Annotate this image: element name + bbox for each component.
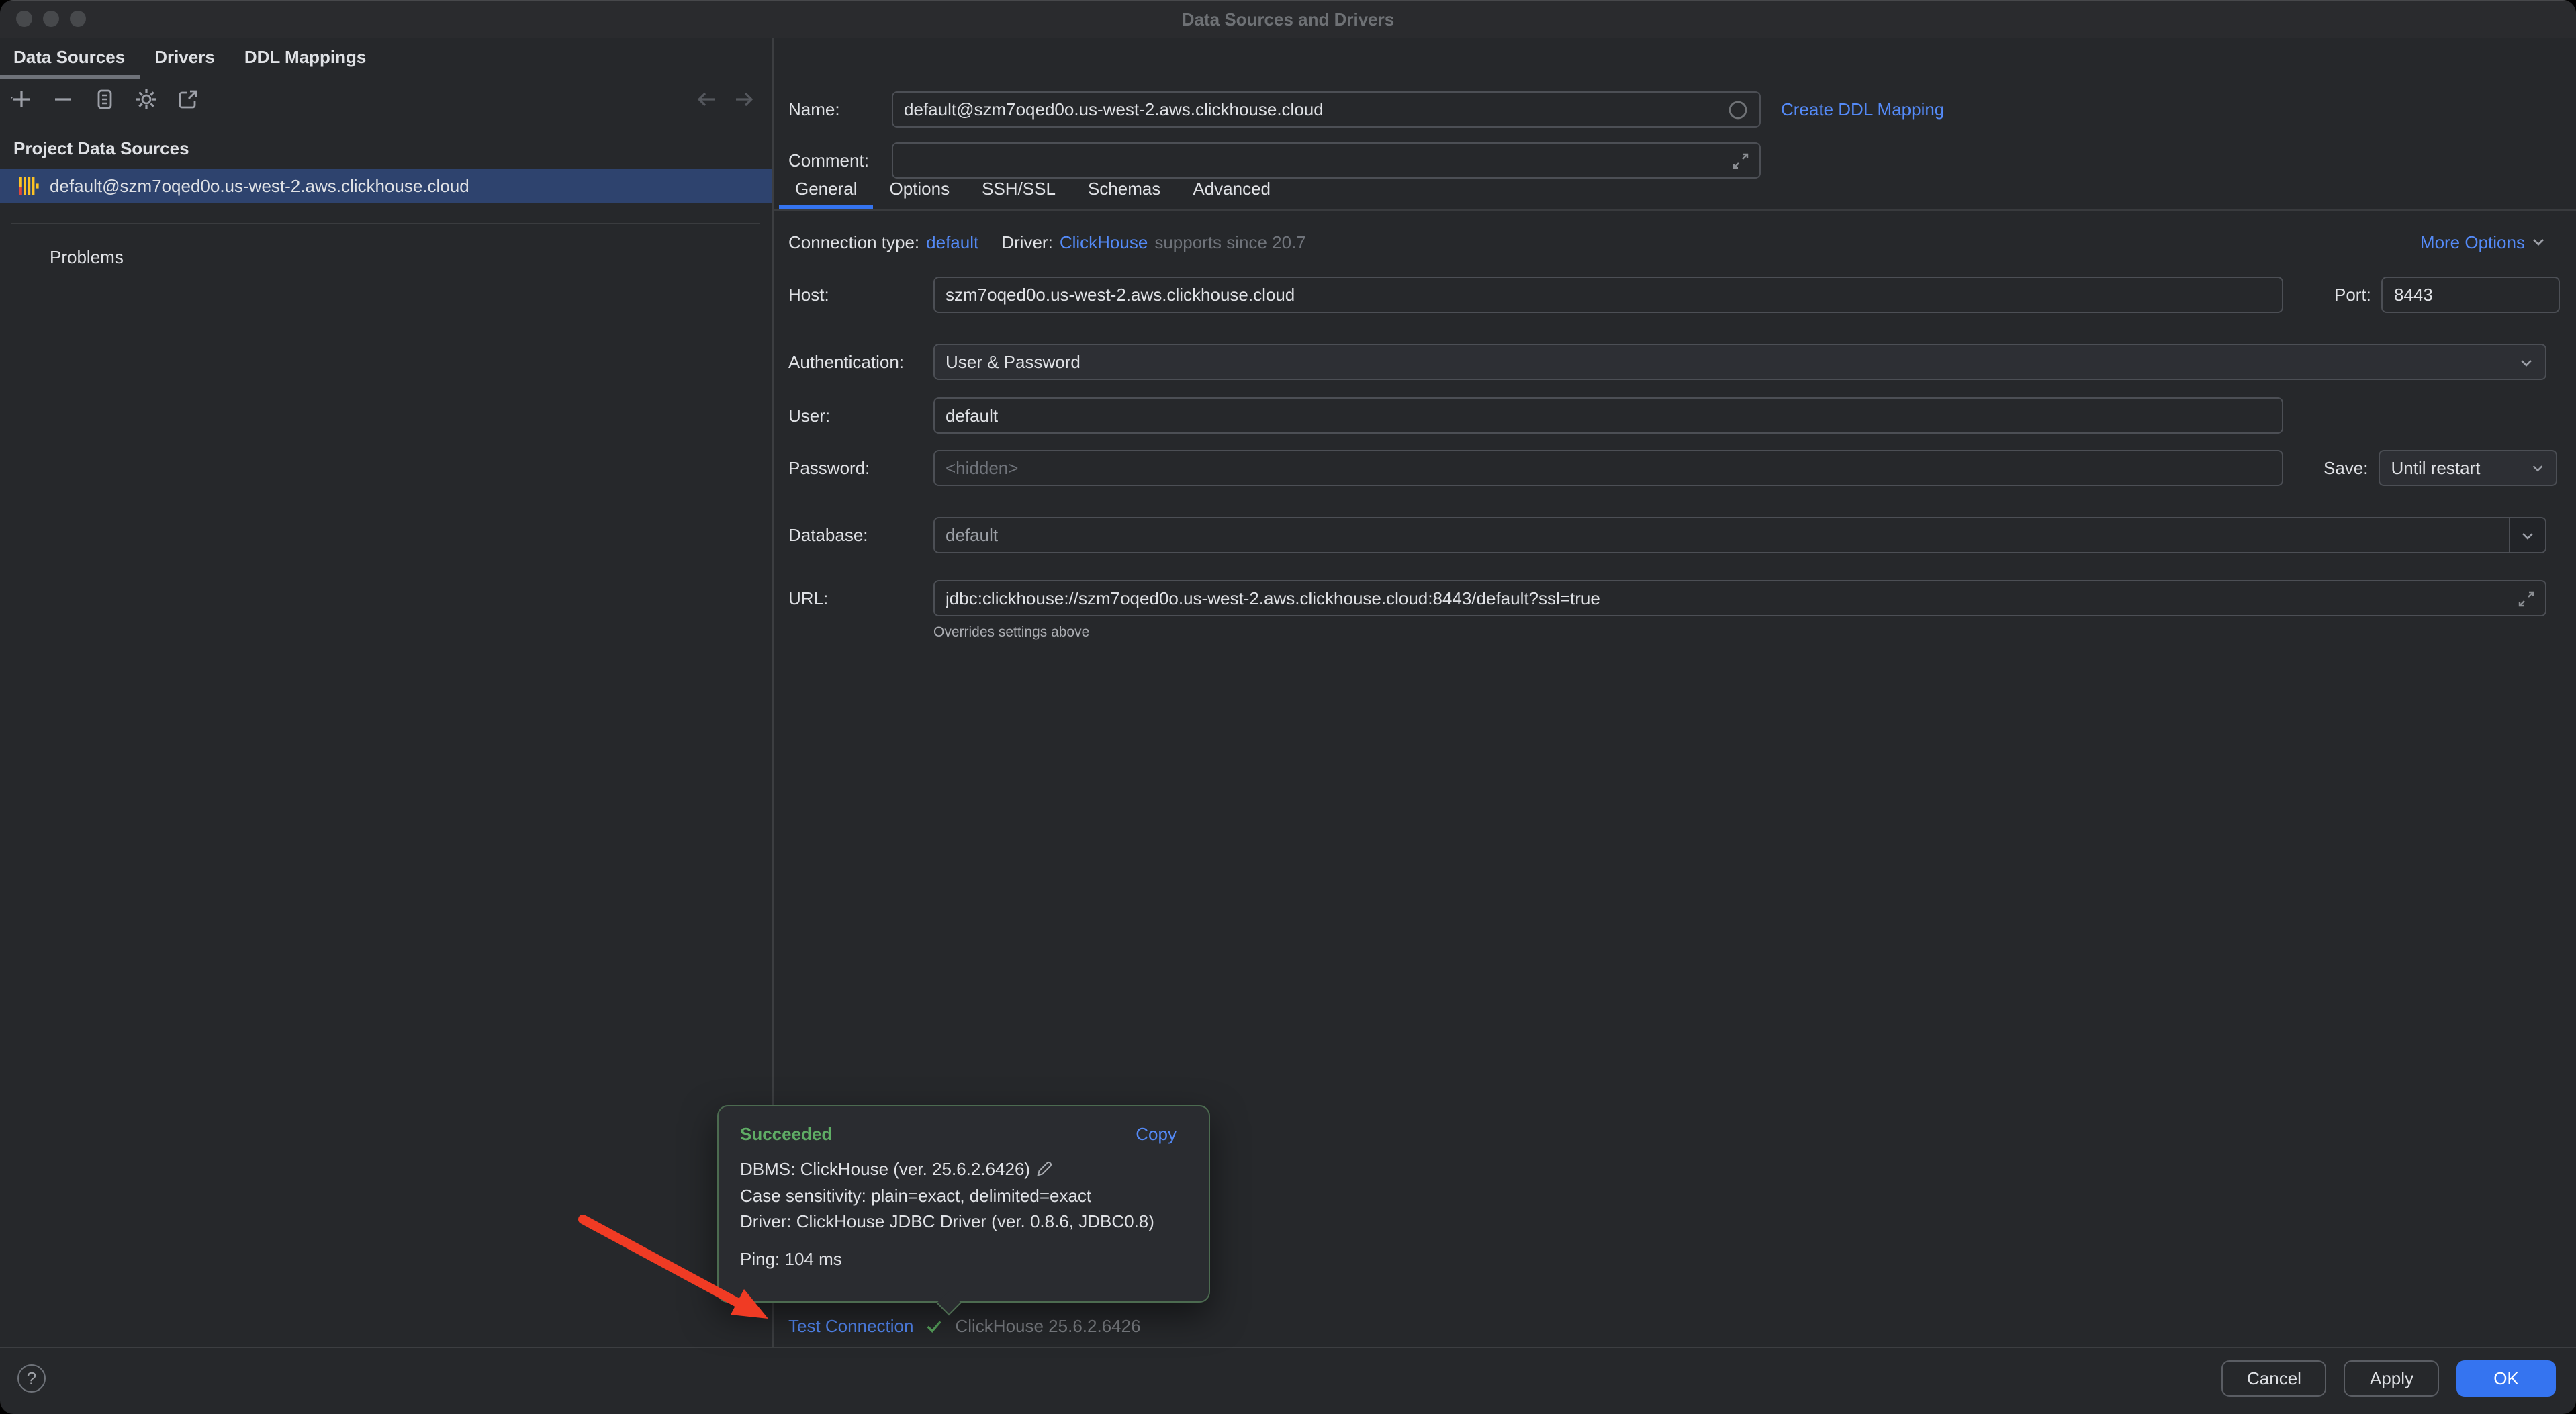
tab-ddl-mappings[interactable]: DDL Mappings: [230, 38, 381, 79]
name-value: default@szm7oqed0o.us-west-2.aws.clickho…: [904, 99, 1324, 120]
tab-general[interactable]: General: [779, 172, 874, 209]
expand-icon[interactable]: [2517, 589, 2536, 608]
driver-value-link[interactable]: ClickHouse: [1060, 232, 1148, 252]
popup-case-line: Case sensitivity: plain=exact, delimited…: [740, 1182, 1187, 1209]
popup-status: Succeeded: [740, 1124, 832, 1144]
more-options-label: More Options: [2420, 232, 2525, 252]
left-panel-divider: [11, 223, 760, 224]
driver-label: Driver:: [1001, 232, 1053, 252]
problems-section[interactable]: Problems: [50, 247, 124, 267]
ok-button[interactable]: OK: [2456, 1360, 2556, 1397]
host-value: szm7oqed0o.us-west-2.aws.clickhouse.clou…: [946, 285, 1295, 305]
data-sources-dialog: Data Sources and Drivers Data Sources Dr…: [0, 0, 2576, 1414]
save-select[interactable]: Until restart: [2379, 450, 2558, 486]
gear-icon[interactable]: [133, 86, 160, 113]
user-label: User:: [788, 406, 933, 426]
tab-drivers[interactable]: Drivers: [140, 38, 230, 79]
host-input[interactable]: szm7oqed0o.us-west-2.aws.clickhouse.clou…: [933, 277, 2283, 313]
create-ddl-mapping-link[interactable]: Create DDL Mapping: [1781, 99, 1944, 120]
host-label: Host:: [788, 285, 933, 305]
tab-ssh-ssl[interactable]: SSH/SSL: [966, 172, 1072, 209]
popup-dbms-text: DBMS: ClickHouse (ver. 25.6.2.6426): [740, 1159, 1030, 1179]
chevron-down-icon: [2530, 234, 2546, 250]
password-placeholder: <hidden>: [946, 458, 1018, 478]
open-in-new-icon[interactable]: [175, 86, 201, 113]
tab-advanced[interactable]: Advanced: [1177, 172, 1287, 209]
data-source-name: default@szm7oqed0o.us-west-2.aws.clickho…: [50, 176, 469, 196]
driver-note: supports since 20.7: [1154, 232, 1305, 252]
footer-buttons: Cancel Apply OK: [2221, 1360, 2556, 1397]
cancel-button[interactable]: Cancel: [2221, 1360, 2327, 1397]
tab-divider: [774, 209, 2576, 211]
question-mark-icon: ?: [27, 1370, 36, 1387]
authentication-value: User & Password: [946, 352, 1080, 372]
name-label: Name:: [788, 99, 892, 120]
forward-icon[interactable]: [731, 86, 757, 113]
connection-type-value-link[interactable]: default: [926, 232, 978, 252]
success-check-icon: [924, 1315, 944, 1335]
apply-button[interactable]: Apply: [2344, 1360, 2439, 1397]
window-title: Data Sources and Drivers: [0, 0, 2576, 38]
annotation-arrow: [564, 1202, 799, 1336]
popup-ping-line: Ping: 104 ms: [740, 1245, 1187, 1272]
dialog-footer: [0, 1347, 2576, 1414]
url-note: Overrides settings above: [933, 624, 1089, 641]
popup-driver-line: Driver: ClickHouse JDBC Driver (ver. 0.8…: [740, 1209, 1187, 1235]
test-connection-link[interactable]: Test Connection: [788, 1315, 913, 1335]
database-label: Database:: [788, 525, 933, 545]
tab-schemas[interactable]: Schemas: [1072, 172, 1177, 209]
popup-copy-link[interactable]: Copy: [1136, 1124, 1177, 1144]
edit-pencil-icon[interactable]: [1036, 1160, 1053, 1178]
url-label: URL:: [788, 588, 933, 608]
data-source-toolbar: [8, 83, 201, 115]
url-value: jdbc:clickhouse://szm7oqed0o.us-west-2.a…: [946, 588, 1600, 608]
tab-options[interactable]: Options: [874, 172, 966, 209]
connection-type-label: Connection type:: [788, 232, 919, 252]
history-nav: [693, 83, 757, 115]
database-value: default: [946, 525, 998, 545]
duplicate-icon[interactable]: [91, 86, 118, 113]
test-connection-row: Test Connection ClickHouse 25.6.2.6426: [788, 1311, 1141, 1340]
add-icon[interactable]: [8, 86, 35, 113]
password-input[interactable]: <hidden>: [933, 450, 2283, 486]
port-label: Port:: [2334, 285, 2371, 305]
name-input[interactable]: default@szm7oqed0o.us-west-2.aws.clickho…: [892, 91, 1761, 128]
help-button[interactable]: ?: [17, 1364, 46, 1393]
port-value: 8443: [2394, 285, 2433, 305]
authentication-label: Authentication:: [788, 352, 933, 372]
chevron-down-icon: [2531, 461, 2546, 475]
url-input[interactable]: jdbc:clickhouse://szm7oqed0o.us-west-2.a…: [933, 580, 2546, 616]
user-value: default: [946, 406, 998, 426]
clickhouse-icon: [19, 176, 39, 196]
save-value: Until restart: [2391, 458, 2481, 478]
authentication-select[interactable]: User & Password: [933, 344, 2546, 380]
database-combobox[interactable]: default: [933, 517, 2546, 553]
save-label: Save:: [2324, 458, 2368, 478]
connection-status-text: ClickHouse 25.6.2.6426: [955, 1315, 1140, 1335]
back-icon[interactable]: [693, 86, 720, 113]
expand-icon[interactable]: [1731, 151, 1750, 170]
user-input[interactable]: default: [933, 397, 2283, 434]
password-label: Password:: [788, 458, 933, 478]
popup-dbms-line: DBMS: ClickHouse (ver. 25.6.2.6426): [740, 1156, 1187, 1182]
loading-circle-icon: [1727, 99, 1749, 120]
settings-tab-bar: General Options SSH/SSL Schemas Advanced: [779, 172, 1287, 209]
database-dropdown-button[interactable]: [2509, 518, 2545, 552]
more-options-link[interactable]: More Options: [2420, 230, 2546, 254]
chevron-down-icon: [2518, 354, 2534, 370]
data-source-list-item[interactable]: default@szm7oqed0o.us-west-2.aws.clickho…: [0, 169, 772, 203]
port-input[interactable]: 8443: [2382, 277, 2561, 313]
tab-data-sources[interactable]: Data Sources: [0, 38, 140, 79]
left-tab-bar: Data Sources Drivers DDL Mappings: [0, 38, 381, 79]
chevron-down-icon: [2520, 527, 2536, 543]
remove-icon[interactable]: [50, 86, 77, 113]
comment-label: Comment:: [788, 150, 892, 171]
project-data-sources-header: Project Data Sources: [13, 138, 189, 158]
